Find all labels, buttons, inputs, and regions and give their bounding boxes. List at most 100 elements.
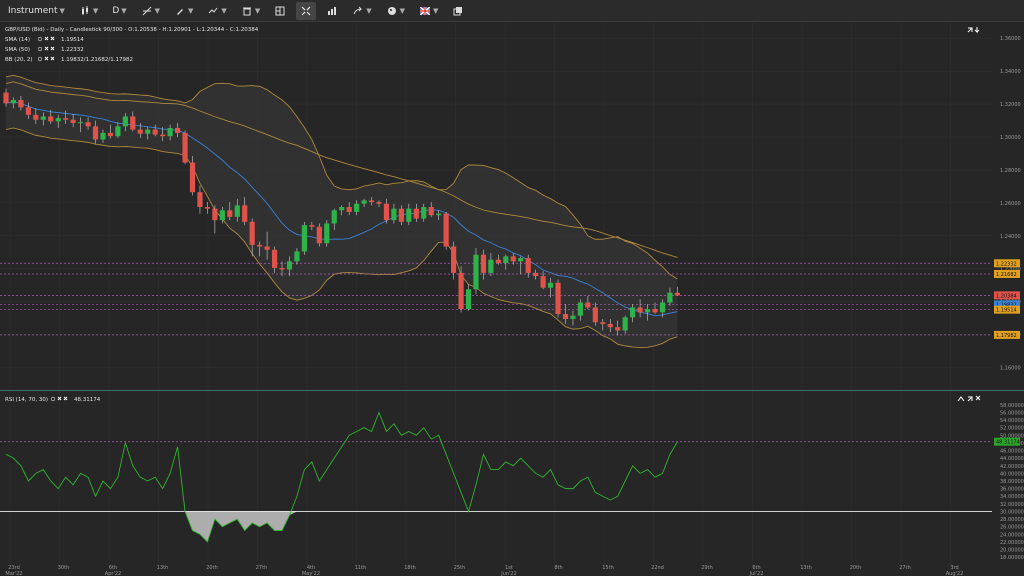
candle-body: [473, 254, 479, 290]
bb-label: BB (20, 2): [5, 57, 33, 63]
price-chart[interactable]: 1.36000 1.34000 1.32000 1.30000 1.28000 1.260…: [0, 22, 1024, 391]
candle-body: [33, 114, 39, 120]
language-button[interactable]: ▼: [415, 2, 442, 20]
instrument-label: Instrument: [8, 5, 58, 16]
candle-body: [167, 127, 173, 137]
rsi-y-tick-label: 30.00000: [1000, 509, 1024, 515]
candle-body: [376, 202, 382, 204]
candle-body: [137, 129, 143, 134]
candle-body: [249, 221, 255, 245]
chevron-down-icon: ▼: [221, 6, 227, 15]
instrument-selector[interactable]: Instrument ▼: [4, 2, 69, 20]
indicators-button[interactable]: [322, 2, 342, 20]
candle-body: [570, 315, 576, 319]
chevron-down-icon: ▼: [432, 6, 439, 15]
candle-body: [585, 302, 591, 308]
candle-body: [339, 207, 345, 211]
rsi-legend-value: 48.31174: [74, 397, 101, 403]
rsi-y-tick-label: 36.00000: [1000, 487, 1024, 493]
popout-window-button[interactable]: [448, 2, 468, 20]
candle-body: [145, 129, 151, 134]
candle-body: [547, 282, 554, 288]
candle-body: [592, 307, 598, 323]
share-icon: [352, 5, 364, 17]
timeframe-selector[interactable]: D ▼: [108, 2, 130, 20]
fullscreen-button[interactable]: [296, 1, 317, 20]
candle-body: [212, 208, 218, 221]
rsi-legend-label: RSI (14, 70, 30): [5, 397, 48, 403]
x-tick-label: 29th: [701, 565, 713, 571]
candle-body: [234, 205, 240, 217]
rsi-y-tick-label: 18.00000: [1000, 555, 1024, 561]
rsi-chart-panel[interactable]: 58.00000 56.00000 54.00000 52.00000 50.00000…: [0, 391, 1024, 576]
rsi-y-tick-label: 56.00000: [1000, 410, 1024, 416]
x-tick-label: 13th: [800, 565, 812, 571]
candle-body: [25, 107, 31, 115]
candle-body: [622, 317, 628, 331]
candle-body: [48, 116, 54, 122]
x-tick-label: 22nd: [651, 565, 664, 571]
candle-body: [301, 225, 307, 252]
candle-body: [242, 205, 248, 222]
share-button[interactable]: ▼: [348, 2, 375, 20]
chart-type-button[interactable]: ▼: [75, 2, 102, 20]
sma14-label: SMA (14): [5, 37, 30, 43]
candle-body: [63, 118, 69, 120]
price-chart-panel[interactable]: 1.36000 1.34000 1.32000 1.30000 1.28000 1.260…: [0, 22, 1024, 391]
measure-icon: [207, 5, 219, 17]
y-tick-label: 1.30000: [1000, 135, 1021, 141]
measure-tool-button[interactable]: ▼: [203, 2, 230, 20]
candle-body: [152, 129, 158, 135]
candle-body: [174, 127, 181, 133]
candle-body: [637, 307, 643, 313]
pen-tool-button[interactable]: ▼: [170, 2, 197, 20]
candle-body: [122, 116, 128, 127]
chevron-down-icon: ▼: [366, 6, 372, 15]
candle-body: [197, 192, 203, 207]
candle-body: [659, 302, 666, 313]
candle-body: [540, 276, 546, 288]
rsi-y-tick-label: 22.00000: [1000, 540, 1024, 546]
candle-body: [70, 119, 76, 124]
rsi-background: [0, 391, 1024, 576]
fullscreen-icon: [300, 5, 312, 17]
x-tick-sublabel: May'22: [302, 571, 320, 576]
rsi-y-tick-label: 54.00000: [1000, 418, 1024, 424]
candle-body: [10, 99, 17, 104]
chevron-down-icon: ▼: [92, 6, 99, 15]
candle-body: [465, 289, 472, 310]
candle-body: [85, 122, 91, 127]
layout-button[interactable]: [270, 2, 290, 20]
price-tag-label: 1.20384: [996, 293, 1017, 299]
theme-button[interactable]: ▼: [382, 2, 409, 20]
y-tick-label: 1.28000: [1000, 168, 1021, 174]
rsi-y-tick-label: 58.00000: [1000, 403, 1024, 409]
drawing-icon: [141, 5, 153, 17]
candle-body: [279, 267, 285, 270]
candle-body: [182, 132, 188, 163]
candle-body: [219, 210, 225, 221]
chevron-down-icon: ▼: [154, 6, 161, 15]
candle-body: [346, 207, 352, 212]
candle-body: [436, 213, 442, 216]
x-tick-label: 20th: [206, 565, 218, 571]
rsi-y-tick-label: 44.00000: [1000, 456, 1024, 462]
drawing-tools-button[interactable]: ▼: [137, 2, 164, 20]
y-tick-label: 1.32000: [1000, 102, 1021, 108]
candle-body: [294, 251, 300, 262]
rsi-chart[interactable]: 58.0000056.0000054.0000052.0000050.00000…: [0, 391, 1024, 576]
candle-body: [78, 122, 84, 124]
x-tick-sublabel: Apr'22: [105, 571, 121, 576]
candle-body: [525, 258, 531, 273]
candle-body: [406, 208, 412, 222]
candle-body: [443, 213, 449, 247]
rsi-y-tick-label: 38.00000: [1000, 479, 1024, 485]
candle-body: [115, 126, 121, 137]
y-tick-label: 1.34000: [1000, 69, 1021, 75]
candle-body: [555, 282, 561, 315]
candle-body: [503, 256, 509, 263]
rsi-y-tick-label: 46.00000: [1000, 449, 1024, 455]
rsi-y-tick-label: 32.00000: [1000, 502, 1024, 508]
delete-drawings-button[interactable]: ▼: [237, 2, 264, 20]
candle-body: [428, 207, 434, 216]
